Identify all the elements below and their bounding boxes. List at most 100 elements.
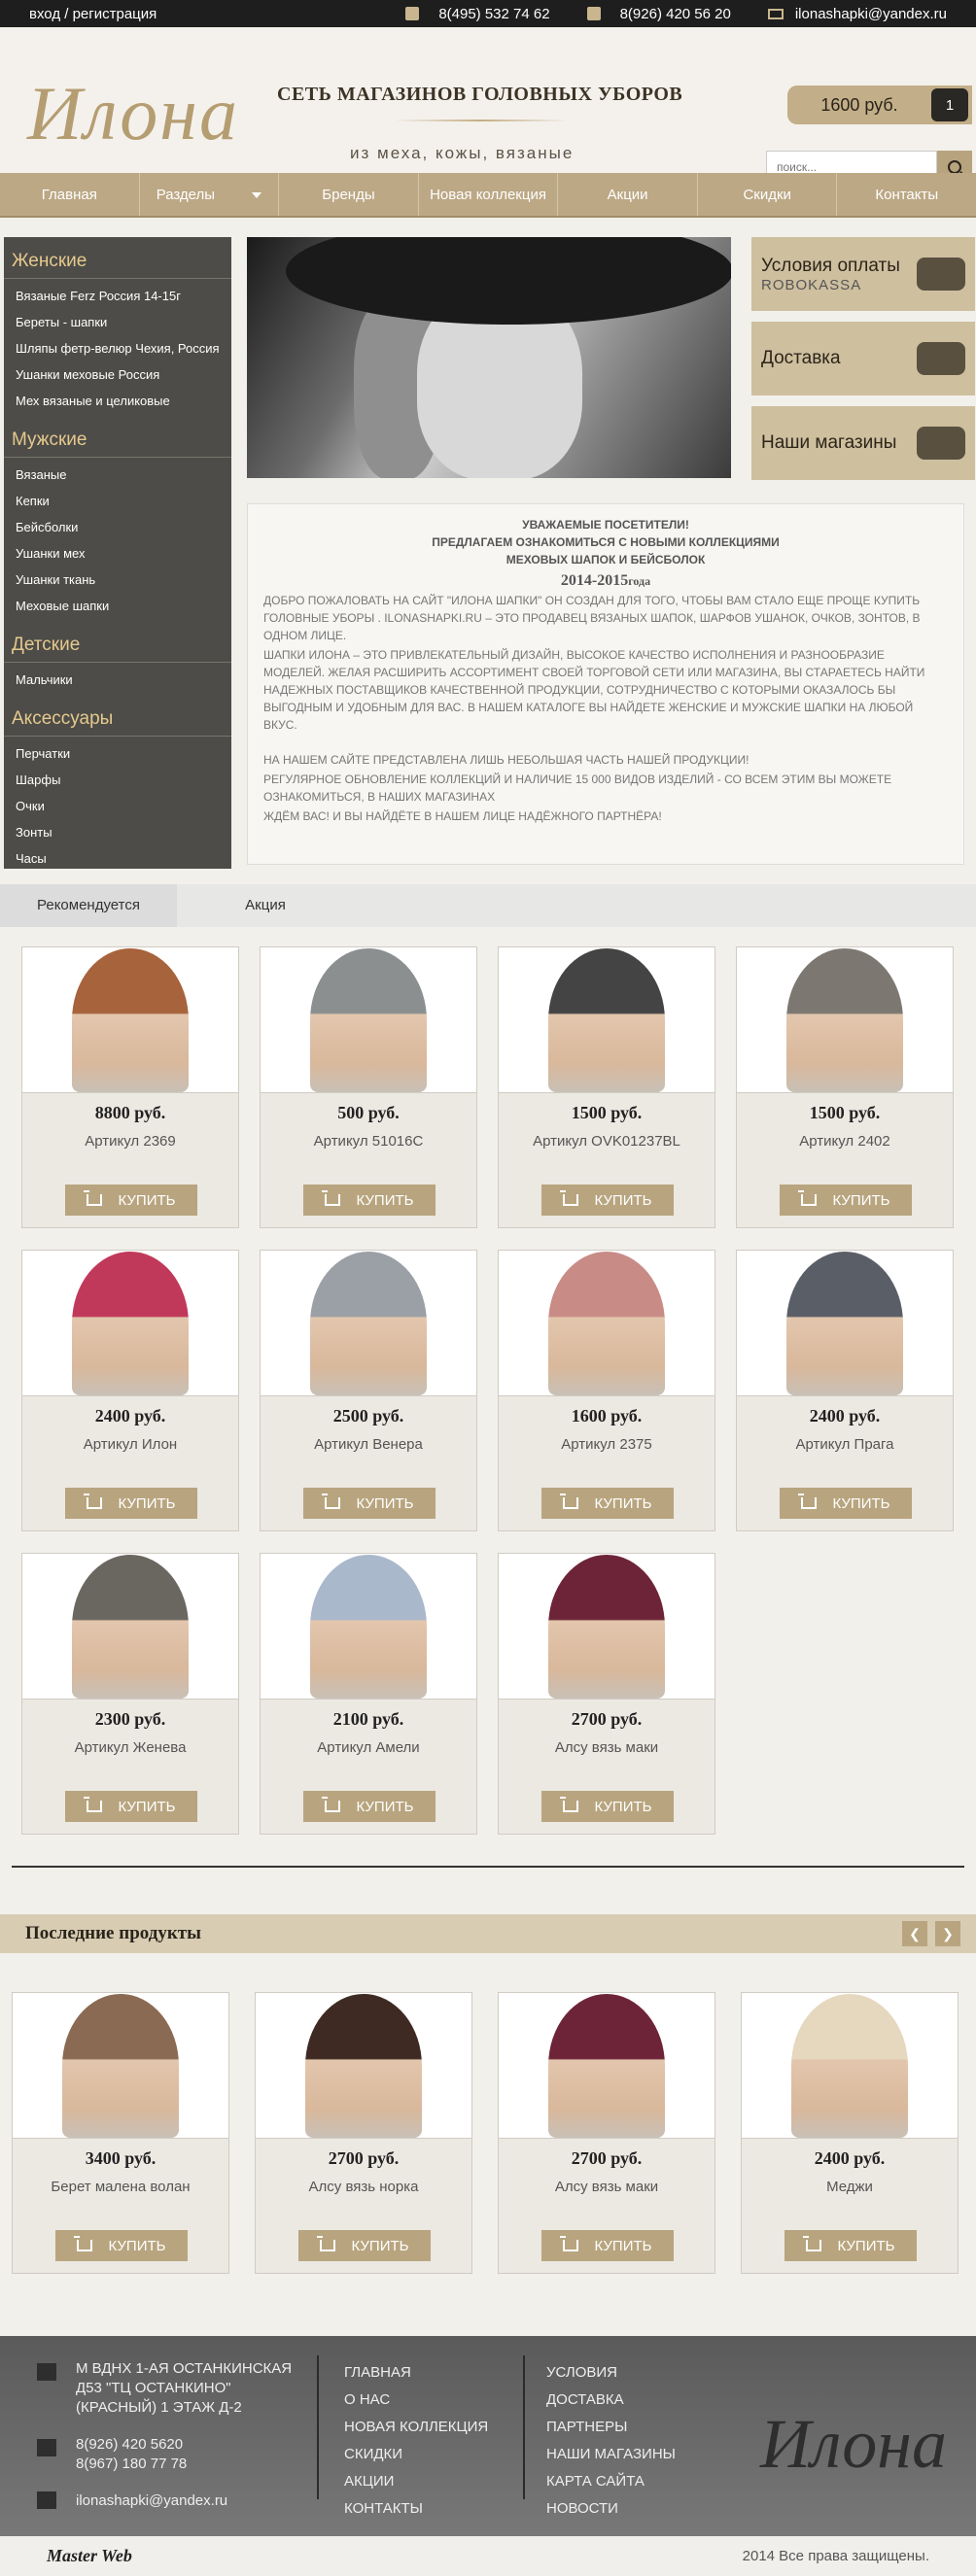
tab-recommended[interactable]: Рекомендуется — [0, 884, 177, 927]
product-name[interactable]: Артикул OVK01237BL — [499, 1133, 715, 1150]
promo-delivery[interactable]: Доставка — [751, 322, 975, 395]
product-name[interactable]: Артикул 2402 — [737, 1133, 953, 1150]
product-card[interactable]: 2500 руб. Артикул Венера КУПИТЬ — [260, 1250, 477, 1531]
footer-link[interactable]: О НАС — [344, 2387, 488, 2414]
product-image[interactable] — [261, 1554, 476, 1700]
buy-button[interactable]: КУПИТЬ — [541, 1185, 674, 1216]
nav-contacts[interactable]: Контакты — [837, 173, 976, 216]
product-image[interactable] — [499, 1554, 715, 1700]
sidebar-item[interactable]: Шарфы — [4, 767, 231, 793]
product-card[interactable]: 8800 руб. Артикул 2369 КУПИТЬ — [21, 946, 239, 1228]
footer-link[interactable]: КАРТА САЙТА — [546, 2468, 676, 2495]
product-image[interactable] — [742, 1993, 958, 2139]
product-image[interactable] — [499, 1251, 715, 1396]
promo-payment[interactable]: Условия оплаты ROBOKASSA — [751, 237, 975, 311]
buy-button[interactable]: КУПИТЬ — [298, 2230, 431, 2261]
footer-link[interactable]: УСЛОВИЯ — [546, 2359, 676, 2387]
sidebar-item[interactable]: Ушанки ткань — [4, 567, 231, 593]
footer-link[interactable]: КОНТАКТЫ — [344, 2495, 488, 2523]
product-name[interactable]: Артикул 2375 — [499, 1436, 715, 1453]
sidebar-item[interactable]: Мех вязаные и целиковые — [4, 388, 231, 414]
product-card[interactable]: 2400 руб. Меджи КУПИТЬ — [741, 1992, 959, 2274]
product-card[interactable]: 1600 руб. Артикул 2375 КУПИТЬ — [498, 1250, 715, 1531]
buy-button[interactable]: КУПИТЬ — [780, 1185, 912, 1216]
buy-button[interactable]: КУПИТЬ — [780, 1488, 912, 1519]
category-title[interactable]: Мужские — [4, 422, 231, 458]
tab-promotion[interactable]: Акция — [177, 884, 354, 927]
sidebar-item[interactable]: Вязаные Ferz Россия 14-15г — [4, 283, 231, 309]
promo-stores[interactable]: Наши магазины — [751, 406, 975, 480]
product-image[interactable] — [13, 1993, 228, 2139]
product-image[interactable] — [256, 1993, 471, 2139]
buy-button[interactable]: КУПИТЬ — [65, 1185, 197, 1216]
product-card[interactable]: 2400 руб. Артикул Прага КУПИТЬ — [736, 1250, 954, 1531]
product-card[interactable]: 500 руб. Артикул 51016С КУПИТЬ — [260, 946, 477, 1228]
nav-home[interactable]: Главная — [0, 173, 140, 216]
product-card[interactable]: 2100 руб. Артикул Амели КУПИТЬ — [260, 1553, 477, 1835]
sidebar-item[interactable]: Бейсболки — [4, 514, 231, 540]
footer-link[interactable]: АКЦИИ — [344, 2468, 488, 2495]
buy-button[interactable]: КУПИТЬ — [541, 1488, 674, 1519]
product-name[interactable]: Алсу вязь норка — [256, 2179, 471, 2195]
buy-button[interactable]: КУПИТЬ — [303, 1791, 436, 1822]
nav-sections[interactable]: Разделы — [140, 173, 280, 216]
product-image[interactable] — [22, 947, 238, 1093]
buy-button[interactable]: КУПИТЬ — [784, 2230, 917, 2261]
buy-button[interactable]: КУПИТЬ — [541, 1791, 674, 1822]
sidebar-item[interactable]: Зонты — [4, 819, 231, 845]
product-name[interactable]: Артикул Амели — [261, 1739, 476, 1756]
product-image[interactable] — [261, 947, 476, 1093]
nav-brands[interactable]: Бренды — [279, 173, 419, 216]
product-image[interactable] — [499, 947, 715, 1093]
sidebar-item[interactable]: Ушанки меховые Россия — [4, 361, 231, 388]
product-card[interactable]: 2700 руб. Алсу вязь маки КУПИТЬ — [498, 1992, 715, 2274]
footer-link[interactable]: НОВАЯ КОЛЛЕКЦИЯ — [344, 2414, 488, 2441]
sidebar-item[interactable]: Ушанки мех — [4, 540, 231, 567]
product-card[interactable]: 2700 руб. Алсу вязь маки КУПИТЬ — [498, 1553, 715, 1835]
product-name[interactable]: Артикул Венера — [261, 1436, 476, 1453]
footer-link[interactable]: ДОСТАВКА — [546, 2387, 676, 2414]
buy-button[interactable]: КУПИТЬ — [65, 1488, 197, 1519]
product-name[interactable]: Алсу вязь маки — [499, 2179, 715, 2195]
product-card[interactable]: 2400 руб. Артикул Илон КУПИТЬ — [21, 1250, 239, 1531]
footer-link[interactable]: СКИДКИ — [344, 2441, 488, 2468]
product-name[interactable]: Артикул 51016С — [261, 1133, 476, 1150]
email-link[interactable]: ilonashapki@yandex.ru — [795, 6, 947, 22]
product-name[interactable]: Артикул Прага — [737, 1436, 953, 1453]
product-name[interactable]: Артикул 2369 — [22, 1133, 238, 1150]
sidebar-item[interactable]: Мальчики — [4, 667, 231, 693]
product-name[interactable]: Артикул Женева — [22, 1739, 238, 1756]
product-name[interactable]: Меджи — [742, 2179, 958, 2195]
category-title[interactable]: Аксессуары — [4, 701, 231, 737]
footer-link[interactable]: НОВОСТИ — [546, 2495, 676, 2523]
product-card[interactable]: 1500 руб. Артикул 2402 КУПИТЬ — [736, 946, 954, 1228]
product-image[interactable] — [499, 1993, 715, 2139]
sidebar-item[interactable]: Часы — [4, 845, 231, 872]
sidebar-item[interactable]: Шляпы фетр-велюр Чехия, Россия — [4, 335, 231, 361]
site-logo[interactable]: Илона — [27, 70, 243, 167]
buy-button[interactable]: КУПИТЬ — [303, 1185, 436, 1216]
cart-button[interactable]: 1600 руб. 1 — [787, 86, 972, 124]
buy-button[interactable]: КУПИТЬ — [55, 2230, 188, 2261]
product-name[interactable]: Берет малена волан — [13, 2179, 228, 2195]
nav-discounts[interactable]: Скидки — [698, 173, 838, 216]
buy-button[interactable]: КУПИТЬ — [303, 1488, 436, 1519]
footer-link[interactable]: ГЛАВНАЯ — [344, 2359, 488, 2387]
sidebar-item[interactable]: Перчатки — [4, 740, 231, 767]
sidebar-item[interactable]: Вязаные — [4, 462, 231, 488]
product-card[interactable]: 1500 руб. Артикул OVK01237BL КУПИТЬ — [498, 946, 715, 1228]
footer-email-link[interactable]: ilonashapki@yandex.ru — [76, 2488, 227, 2515]
footer-link[interactable]: ПАРТНЕРЫ — [546, 2414, 676, 2441]
product-image[interactable] — [22, 1251, 238, 1396]
product-image[interactable] — [22, 1554, 238, 1700]
product-card[interactable]: 2700 руб. Алсу вязь норка КУПИТЬ — [255, 1992, 472, 2274]
buy-button[interactable]: КУПИТЬ — [541, 2230, 674, 2261]
developer-logo[interactable]: Master Web — [47, 2546, 743, 2566]
product-card[interactable]: 2300 руб. Артикул Женева КУПИТЬ — [21, 1553, 239, 1835]
prev-arrow-icon[interactable]: ❮ — [902, 1921, 927, 1946]
nav-promotions[interactable]: Акции — [558, 173, 698, 216]
sidebar-item[interactable]: Кепки — [4, 488, 231, 514]
next-arrow-icon[interactable]: ❯ — [935, 1921, 960, 1946]
sidebar-item[interactable]: Очки — [4, 793, 231, 819]
product-card[interactable]: 3400 руб. Берет малена волан КУПИТЬ — [12, 1992, 229, 2274]
